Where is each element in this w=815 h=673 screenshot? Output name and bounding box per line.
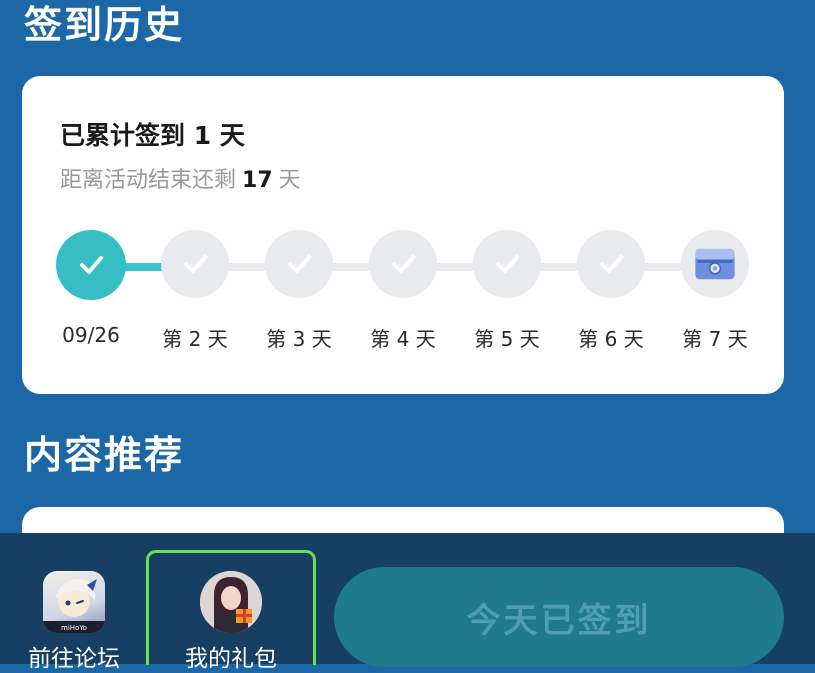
total-days-count: 1 — [193, 121, 212, 150]
bottom-action-bar: miHoYo 前往论坛 我的礼包 今天已签到 — [0, 533, 815, 672]
total-checkin-text: 已累计签到 1 天 — [60, 116, 245, 152]
checkin-history-card: 已累计签到 1 天 距离活动结束还剩 17 天 09/26 第 2 天 第 3 天 — [22, 76, 784, 394]
remaining-prefix: 距离活动结束还剩 — [60, 168, 237, 193]
forum-app-icon: miHoYo — [43, 571, 105, 633]
check-icon — [80, 256, 103, 274]
check-icon — [600, 255, 623, 273]
check-icon — [496, 255, 519, 273]
day-5-step — [473, 230, 541, 298]
remaining-days-text: 距离活动结束还剩 17 天 — [60, 162, 301, 194]
day-7-label: 第 7 天 — [682, 327, 748, 351]
day-1-label: 09/26 — [62, 323, 120, 347]
day-4-step — [369, 230, 437, 298]
go-to-forum-button[interactable]: miHoYo 前往论坛 — [18, 571, 130, 673]
check-icon — [288, 255, 311, 273]
day-7-reward-step — [681, 230, 749, 298]
total-prefix: 已累计签到 — [60, 121, 186, 150]
my-gift-label: 我的礼包 — [185, 646, 277, 672]
go-to-forum-label: 前往论坛 — [28, 646, 120, 672]
day-3-step — [265, 230, 333, 298]
check-icon — [392, 255, 415, 273]
checked-in-today-button[interactable]: 今天已签到 — [334, 567, 784, 667]
day-2-step — [161, 230, 229, 298]
content-recommend-title: 内容推荐 — [24, 433, 185, 477]
day-4-label: 第 4 天 — [370, 327, 436, 351]
day-6-step — [577, 230, 645, 298]
day-1-step — [56, 230, 126, 300]
treasure-chest-icon — [695, 248, 735, 280]
checkin-history-title: 签到历史 — [24, 3, 185, 47]
day-6-label: 第 6 天 — [578, 327, 644, 351]
day-2-label: 第 2 天 — [162, 327, 228, 351]
day-5-label: 第 5 天 — [474, 327, 540, 351]
gift-avatar — [200, 571, 262, 633]
remaining-suffix: 天 — [278, 168, 301, 193]
day-3-label: 第 3 天 — [266, 327, 332, 351]
my-gift-button[interactable]: 我的礼包 — [146, 550, 316, 672]
check-icon — [184, 255, 207, 273]
remaining-days-count: 17 — [242, 168, 273, 193]
total-suffix: 天 — [219, 121, 245, 150]
svg-text:miHoYo: miHoYo — [61, 624, 87, 632]
